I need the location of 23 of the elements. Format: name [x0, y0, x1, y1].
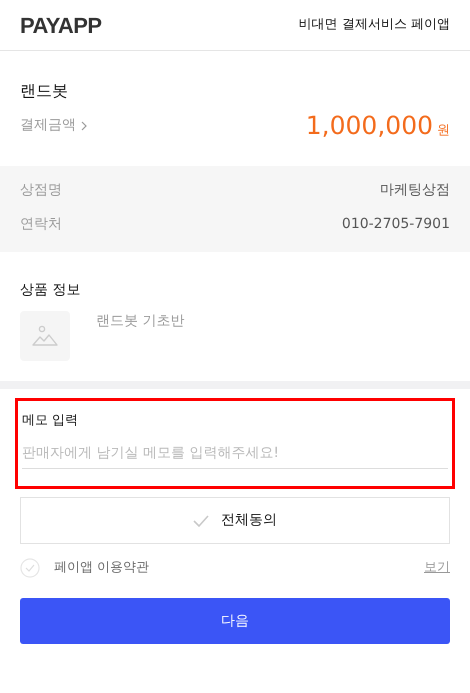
memo-label: 메모 입력: [22, 412, 80, 430]
agree-all-button[interactable]: 전체동의: [20, 497, 450, 544]
logo: PAYAPP: [20, 12, 102, 40]
chevron-right-icon: [80, 120, 88, 131]
amount: 1,000,000: [306, 110, 433, 142]
memo-field[interactable]: 메모 입력 판매자에게 남기실 메모를 입력해주세요!: [15, 398, 455, 489]
next-button[interactable]: 다음: [20, 598, 450, 644]
checkbox[interactable]: [20, 558, 40, 578]
info-label: 상점명: [20, 180, 62, 200]
info-label: 연락처: [20, 214, 62, 234]
info-value: 마케팅상점: [380, 180, 450, 200]
view-link[interactable]: 보기: [424, 558, 450, 578]
terms-label: 페이앱 이용약관: [54, 559, 150, 578]
product-name: 랜드봇 기초반: [96, 312, 184, 331]
seller-title: 랜드봇: [20, 80, 69, 102]
amount-link[interactable]: 결제금액: [20, 115, 88, 136]
memo-input[interactable]: 판매자에게 남기실 메모를 입력해주세요!: [22, 437, 448, 469]
info-value: 010-2705-7901: [342, 214, 450, 234]
product-heading: 상품 정보: [20, 281, 82, 300]
tagline: 비대면 결제서비스 페이앱: [298, 16, 450, 34]
check-icon: [193, 514, 209, 526]
image-icon: [32, 325, 58, 347]
currency: 원: [437, 122, 450, 140]
